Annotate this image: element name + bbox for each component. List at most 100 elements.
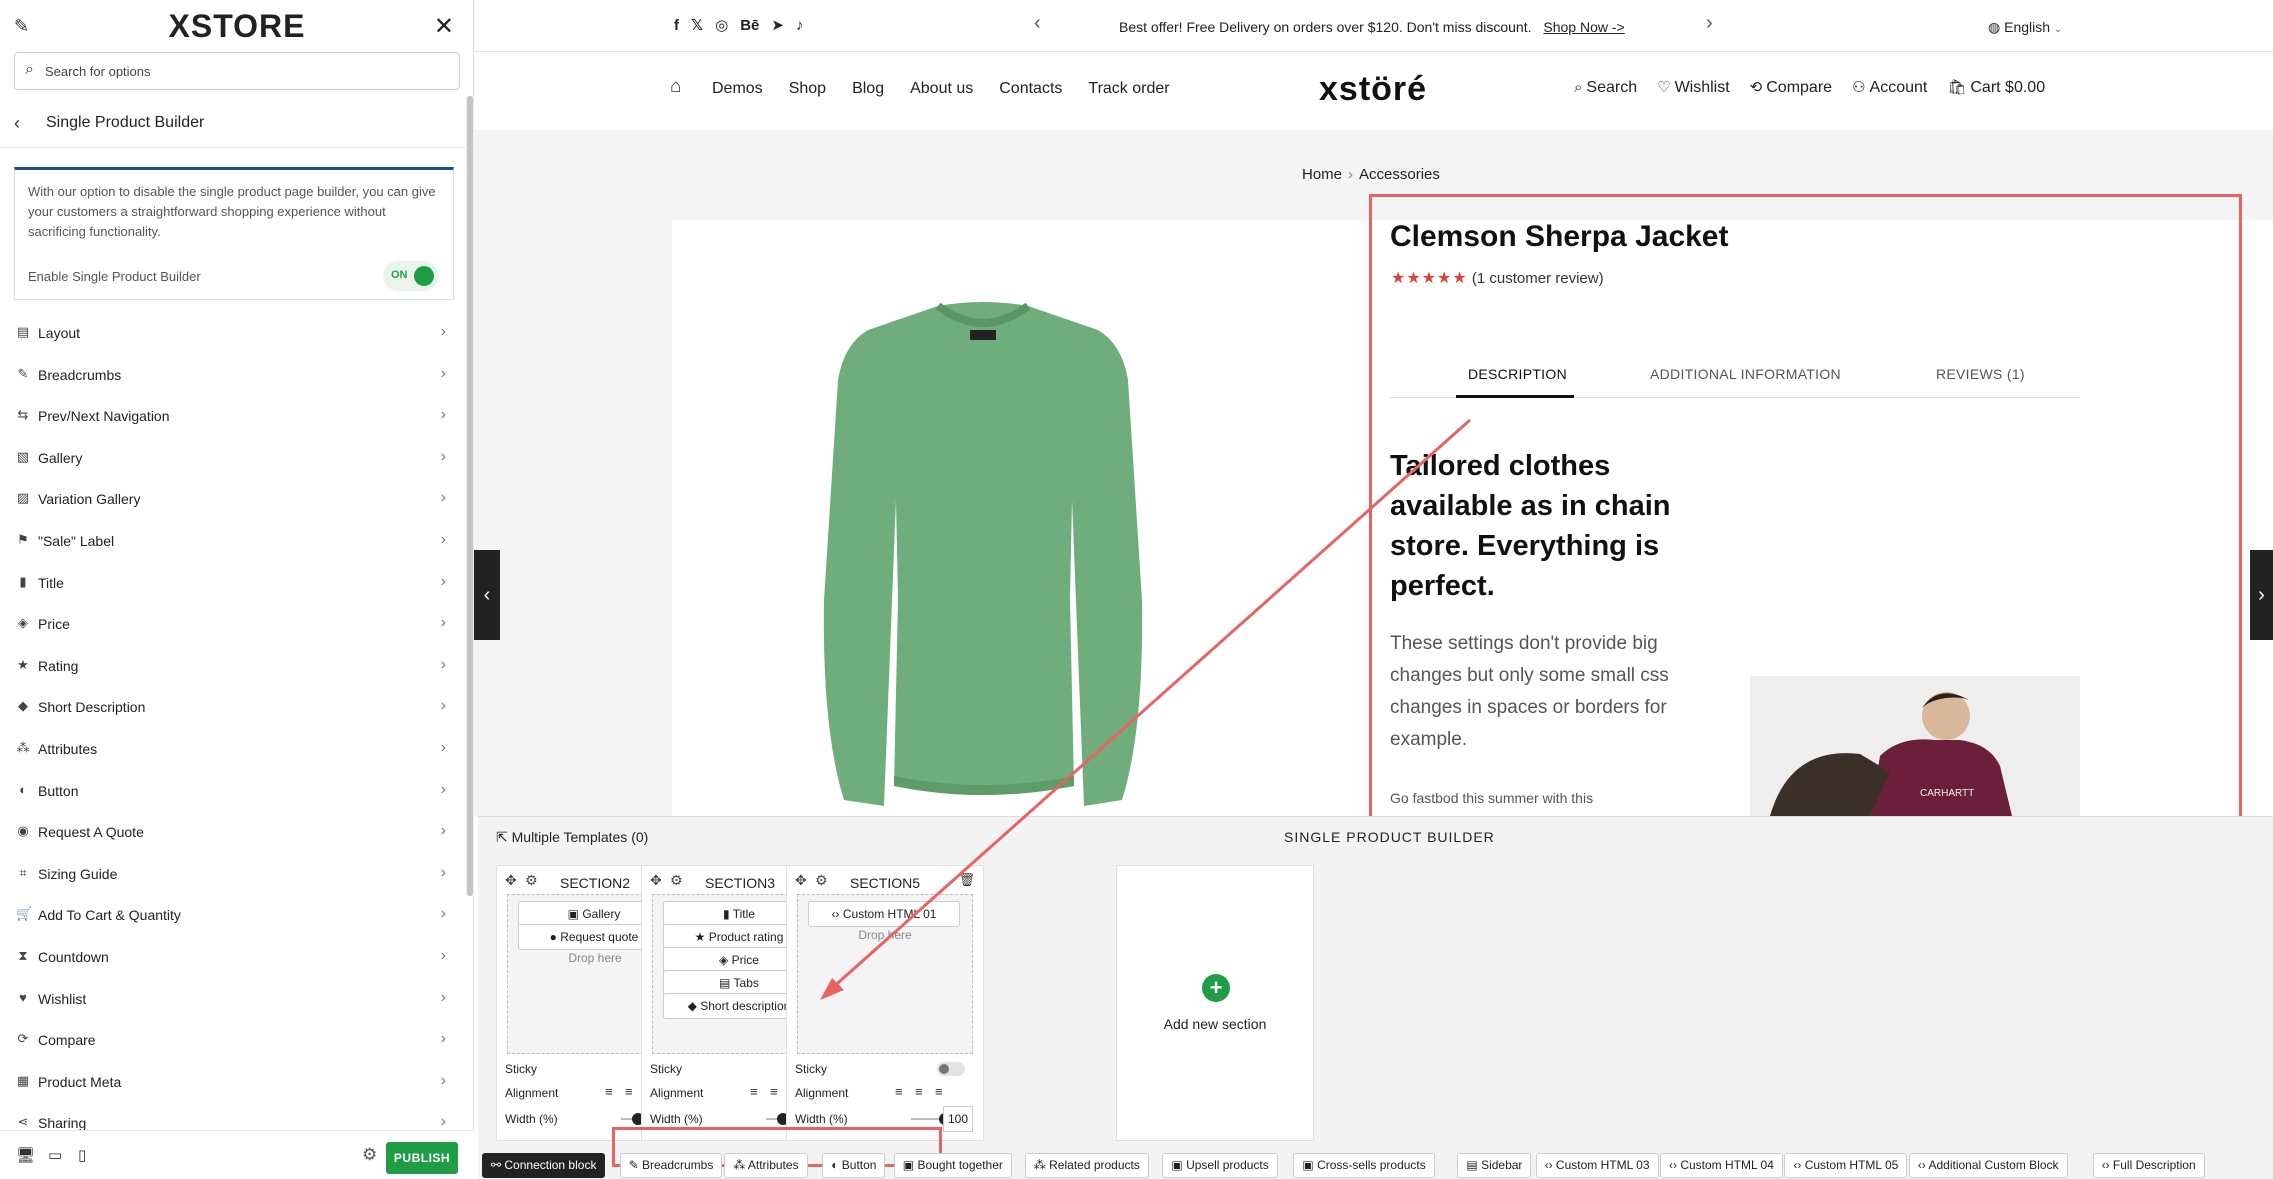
sidebar-item[interactable]: ⚑ "Sale" Label ›	[0, 520, 466, 562]
align-left-icon[interactable]: ≡	[895, 1084, 903, 1099]
block-label: Product rating	[708, 930, 784, 944]
width-input[interactable]: 100	[943, 1106, 973, 1132]
home-icon[interactable]: ⌂	[670, 76, 681, 98]
mobile-icon[interactable]: ▯	[78, 1146, 86, 1164]
nav-item[interactable]: Demos	[712, 80, 763, 97]
tablet-icon[interactable]: ▭	[48, 1146, 62, 1164]
available-block[interactable]: ‹› Custom HTML 05	[1784, 1153, 1908, 1178]
behance-icon[interactable]: Bē	[740, 17, 759, 34]
align-left-icon[interactable]: ≡	[605, 1084, 613, 1099]
sidebar-item[interactable]: ◈ Price ›	[0, 603, 466, 645]
available-block[interactable]: ▤ Sidebar	[1457, 1153, 1532, 1178]
site-logo[interactable]: xstöré	[1319, 70, 1427, 109]
sidebar-item-label: Request A Quote	[38, 824, 144, 841]
sidebar-item[interactable]: ⧗ Countdown ›	[0, 936, 466, 978]
available-block[interactable]: ⁂ Related products	[1024, 1153, 1149, 1178]
promo-link[interactable]: Shop Now ->	[1543, 19, 1624, 35]
desktop-icon[interactable]: 🖥	[16, 1146, 35, 1164]
align-right-icon[interactable]: ≡	[935, 1084, 943, 1099]
enable-toggle[interactable]: ON	[383, 261, 439, 291]
available-block[interactable]: ‹› Custom HTML 03	[1535, 1153, 1659, 1178]
sidebar-item[interactable]: ▧ Gallery ›	[0, 437, 466, 479]
sidebar-item[interactable]: ▦ Product Meta ›	[0, 1061, 466, 1103]
block-label: Sidebar	[1481, 1158, 1523, 1172]
sidebar-item[interactable]: ▤ Layout ›	[0, 312, 466, 354]
block-label: Connection block	[504, 1158, 597, 1172]
align-left-icon[interactable]: ≡	[750, 1084, 758, 1099]
trash-icon[interactable]: 🗑	[958, 872, 975, 888]
sidebar-item[interactable]: 🛒 Add To Cart & Quantity ›	[0, 894, 466, 936]
sidebar-item[interactable]: ★ Rating ›	[0, 645, 466, 687]
site-header: ⌂ Demos Shop Blog About us Contacts Track ord…	[474, 52, 2273, 130]
sidebar-item-label: Variation Gallery	[38, 491, 141, 508]
block-label: Attributes	[747, 1158, 799, 1172]
sidebar-item[interactable]: ◉ Request A Quote ›	[0, 811, 466, 853]
sidebar-item[interactable]: ◐ Button ›	[0, 770, 466, 812]
sticky-toggle[interactable]	[937, 1062, 965, 1076]
search-input[interactable]: ⌕ Search for options	[14, 52, 460, 90]
block-icon: ◈	[719, 953, 732, 967]
language-selector[interactable]: ◍ English ⌄	[1988, 19, 2062, 36]
compare-icon: ⟳	[17, 1031, 29, 1047]
close-icon[interactable]: ✕	[434, 12, 454, 41]
align-center-icon[interactable]: ≡	[915, 1084, 923, 1099]
sidebar-item[interactable]: ✎ Breadcrumbs ›	[0, 354, 466, 396]
scroll-thumb[interactable]	[467, 96, 473, 896]
sidebar-item[interactable]: ▮ Title ›	[0, 562, 466, 604]
available-block[interactable]: ⁂ Attributes	[724, 1153, 808, 1178]
drop-zone[interactable]: ‹› Custom HTML 01 Drop here	[797, 894, 973, 1054]
sidebar-item[interactable]: ◆ Short Description ›	[0, 686, 466, 728]
available-block[interactable]: ⚯ Connection block	[482, 1153, 606, 1178]
gear-icon[interactable]: ⚙	[362, 1145, 377, 1165]
telegram-icon[interactable]: ➤	[771, 16, 784, 34]
header-action[interactable]: ♡ Wishlist	[1657, 79, 1730, 96]
header-action[interactable]: ⟲ Compare	[1750, 79, 1832, 96]
available-block[interactable]: ‹› Custom HTML 04	[1660, 1153, 1783, 1178]
block-icon: ★	[694, 930, 709, 944]
align-center-icon[interactable]: ≡	[770, 1084, 778, 1099]
tiktok-icon[interactable]: ♪	[796, 17, 804, 34]
add-section-button[interactable]: + Add new section	[1116, 865, 1314, 1141]
gallery-prev-button[interactable]: ‹	[474, 550, 500, 640]
header-action[interactable]: ⌕ Search	[1574, 79, 1637, 96]
facebook-icon[interactable]: f	[674, 17, 679, 34]
available-blocks-bar: ⚯ Connection block ✎ Breadcrumbs ⁂ Attribu…	[478, 1145, 2273, 1179]
header-action[interactable]: ⚇ Account	[1852, 79, 1927, 96]
chevron-left-icon[interactable]: ‹	[1034, 12, 1041, 35]
nav-item[interactable]: Contacts	[999, 80, 1062, 97]
section-block[interactable]: ‹› Custom HTML 01	[808, 901, 960, 927]
sidebar-item[interactable]: ♥ Wishlist ›	[0, 978, 466, 1020]
sidebar-item[interactable]: ⇆ Prev/Next Navigation ›	[0, 395, 466, 437]
back-button[interactable]: ‹ Single Product Builder	[0, 100, 474, 148]
nav-item[interactable]: Shop	[789, 80, 826, 97]
twitter-icon[interactable]: 𝕏	[691, 16, 703, 34]
align-center-icon[interactable]: ≡	[625, 1084, 633, 1099]
sidebar-scrollbar[interactable]	[466, 96, 474, 896]
available-block[interactable]: ▣ Bought together	[893, 1153, 1012, 1178]
sidebar-item[interactable]: ⟳ Compare ›	[0, 1019, 466, 1061]
heart-icon: ♥	[19, 989, 27, 1005]
alignment-label: Alignment	[795, 1086, 849, 1100]
sidebar-item[interactable]: ⁂ Attributes ›	[0, 728, 466, 770]
sidebar-item[interactable]: ⌗ Sizing Guide ›	[0, 853, 466, 895]
nav-item[interactable]: About us	[910, 80, 973, 97]
available-block[interactable]: ‹› Additional Custom Block	[1908, 1153, 2068, 1178]
width-slider[interactable]	[911, 1113, 951, 1125]
header-action[interactable]: 🛍 Cart $0.00	[1947, 79, 2045, 96]
sidebar-item[interactable]: ▨ Variation Gallery ›	[0, 478, 466, 520]
builder-header: ⇱ Multiple Templates (0) SINGLE PRODUCT …	[478, 817, 2273, 855]
gallery-next-button[interactable]: ›	[2250, 550, 2273, 640]
available-block[interactable]: ▣ Cross-sells products	[1293, 1153, 1435, 1178]
instagram-icon[interactable]: ◎	[715, 16, 728, 34]
available-block[interactable]: ◐ Button	[822, 1153, 886, 1178]
chevron-right-icon[interactable]: ›	[1706, 12, 1713, 35]
breadcrumb-home[interactable]: Home	[1302, 166, 1342, 183]
nav-item[interactable]: Track order	[1088, 80, 1169, 97]
block-icon: ▣	[1302, 1158, 1318, 1172]
available-block[interactable]: ▣ Upsell products	[1162, 1153, 1278, 1178]
available-block[interactable]: ✎ Breadcrumbs	[619, 1153, 723, 1178]
available-block[interactable]: ‹› Full Description	[2092, 1153, 2205, 1178]
publish-button[interactable]: PUBLISH	[386, 1142, 458, 1174]
nav-item[interactable]: Blog	[852, 80, 884, 97]
multiple-templates-button[interactable]: ⇱ Multiple Templates (0)	[496, 829, 648, 846]
